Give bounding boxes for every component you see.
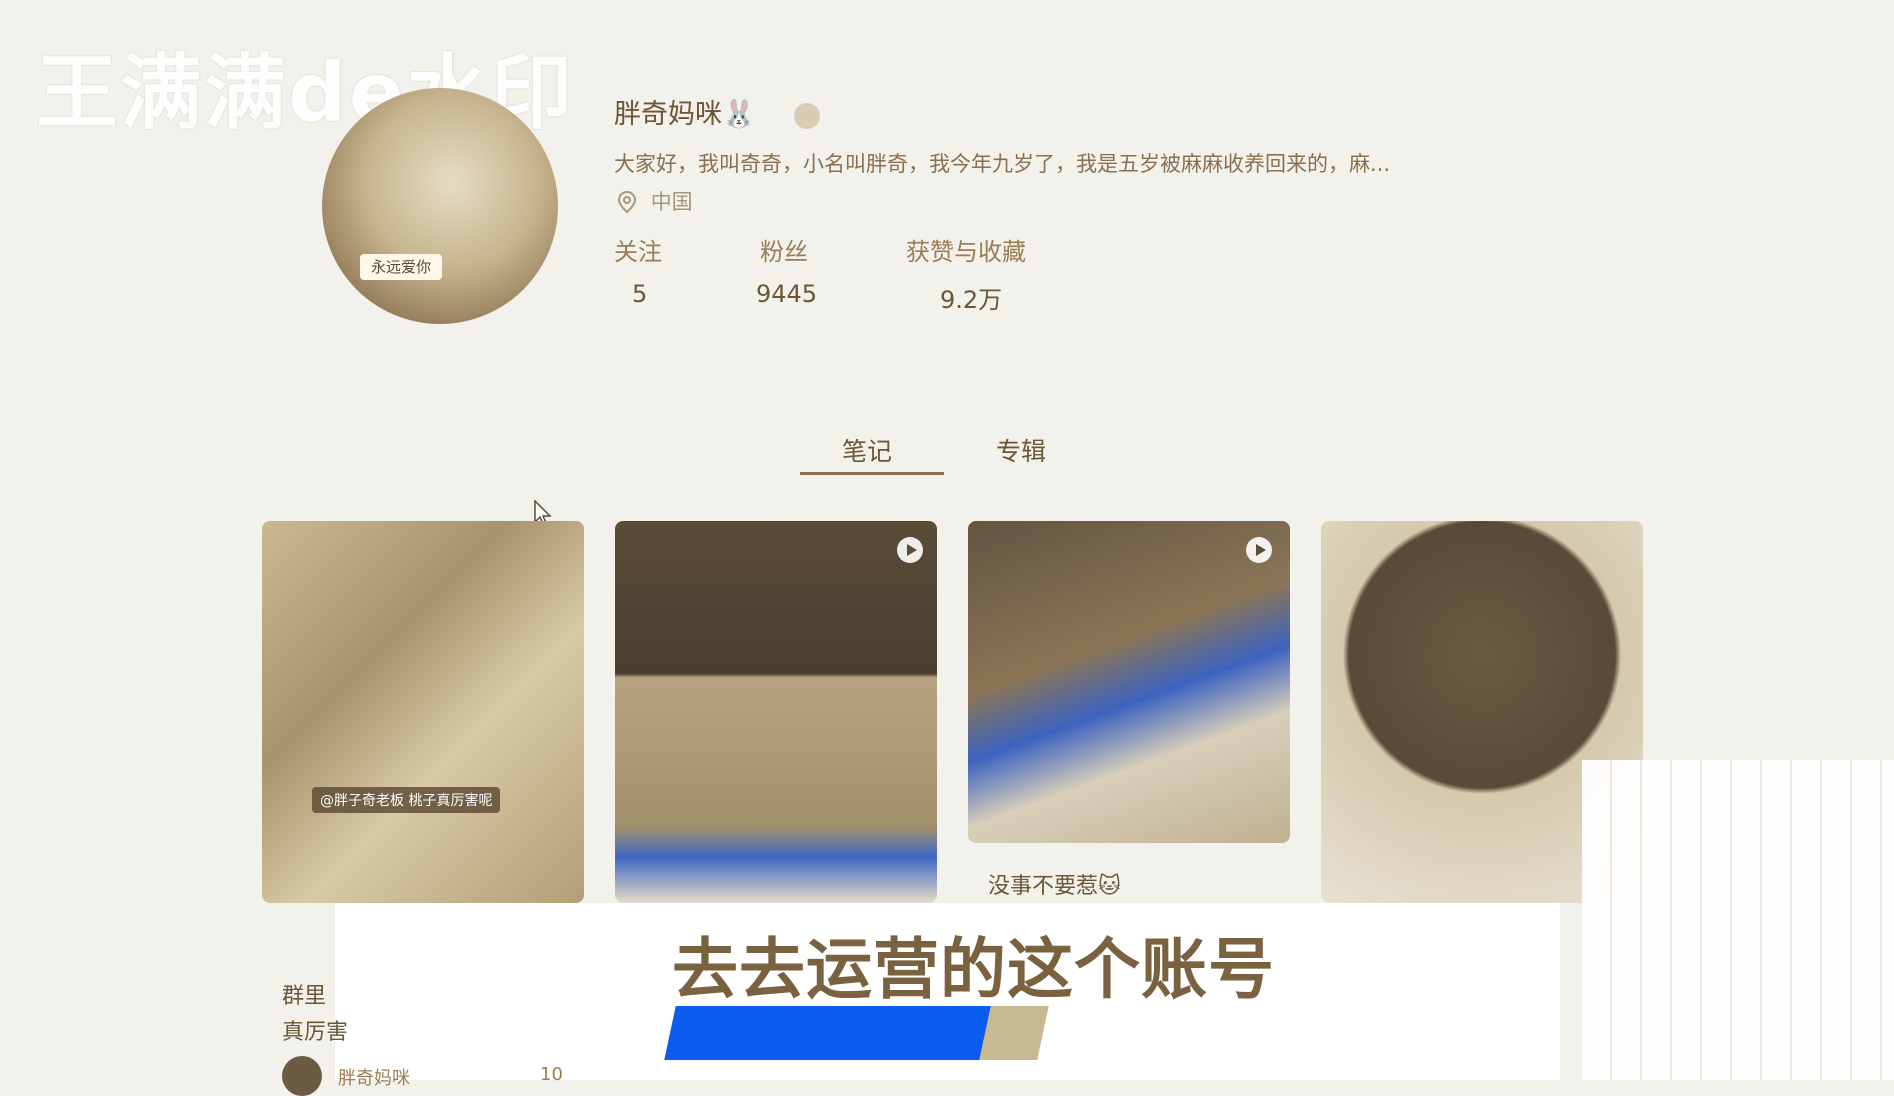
tab-active-indicator	[800, 472, 944, 475]
note-card-1-title-line1[interactable]: 群里	[282, 978, 326, 1010]
glitch-overlay	[1582, 760, 1894, 1080]
location-pin-icon	[618, 191, 636, 213]
avatar-sticker: 永远爱你	[360, 254, 442, 280]
note-card-2[interactable]	[615, 521, 937, 903]
author-avatar[interactable]	[282, 1056, 322, 1096]
note-card-1-title-line2[interactable]: 真厉害	[282, 1014, 348, 1046]
stat-fans-label[interactable]: 粉丝	[760, 232, 808, 267]
note-card-3[interactable]	[968, 521, 1290, 843]
tab-albums[interactable]: 专辑	[996, 432, 1046, 468]
note-card-3-title[interactable]: 没事不要惹🐱	[988, 868, 1121, 900]
play-icon	[1246, 537, 1272, 563]
stat-likes-value: 9.2万	[940, 286, 1003, 314]
profile-avatar[interactable]: 永远爱你	[322, 88, 558, 324]
profile-location: 中国	[618, 186, 693, 216]
author-name[interactable]: 胖奇妈咪	[338, 1064, 410, 1090]
play-icon	[897, 537, 923, 563]
profile-name: 胖奇妈咪🐰	[614, 92, 821, 131]
like-count[interactable]: 10	[540, 1064, 563, 1085]
stat-following-value[interactable]: 5	[632, 280, 647, 308]
tab-notes[interactable]: 笔记	[842, 432, 892, 468]
note-card-1[interactable]: @胖子奇老板 桃子真厉害呢	[262, 521, 584, 903]
video-subtitle: 去去运营的这个账号	[672, 931, 1275, 1008]
badge-icon	[794, 102, 821, 129]
card-1-overlay-text: @胖子奇老板 桃子真厉害呢	[312, 787, 501, 813]
caption-accent-bar	[664, 1006, 994, 1060]
location-text: 中国	[650, 190, 693, 214]
stat-fans-value[interactable]: 9445	[756, 280, 817, 308]
profile-bio: 大家好，我叫奇奇，小名叫胖奇，我今年九岁了，我是五岁被麻麻收养回来的，麻...	[614, 152, 1391, 176]
caption-accent-bar-secondary	[979, 1006, 1049, 1060]
profile-name-text: 胖奇妈咪🐰	[614, 99, 756, 130]
stat-likes-label: 获赞与收藏	[906, 238, 1026, 266]
stat-following-label[interactable]: 关注	[614, 232, 662, 267]
